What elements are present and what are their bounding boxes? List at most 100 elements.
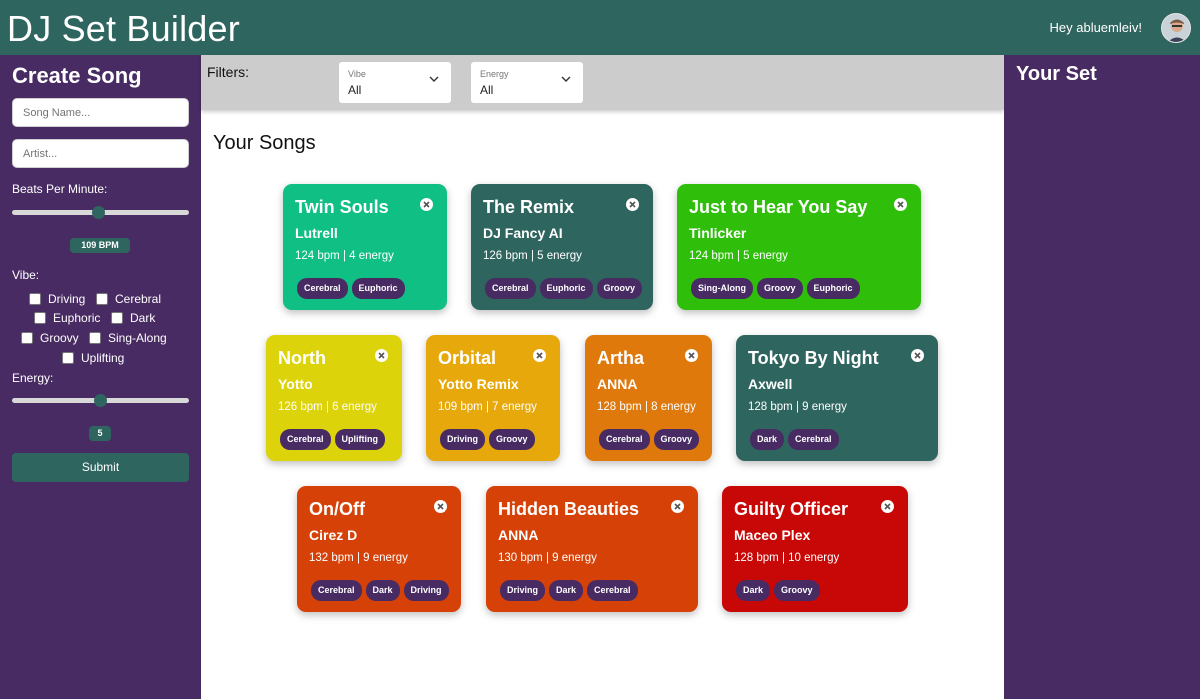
remove-song-button[interactable] xyxy=(894,198,907,211)
remove-song-button[interactable] xyxy=(375,349,388,362)
remove-song-button[interactable] xyxy=(626,198,639,211)
song-tags: Driving Dark Cerebral xyxy=(500,580,638,601)
song-meta: 130 bpm | 9 energy xyxy=(498,552,597,564)
song-meta: 132 bpm | 9 energy xyxy=(309,552,408,564)
energy-label: Energy: xyxy=(12,371,54,385)
remove-song-button[interactable] xyxy=(420,198,433,211)
energy-filter-select[interactable]: Energy All xyxy=(471,62,583,103)
song-meta: 124 bpm | 5 energy xyxy=(689,250,788,262)
artist-input[interactable] xyxy=(12,139,189,168)
vibe-tag: Groovy xyxy=(653,429,700,450)
vibe-checkbox-uplifting[interactable]: Uplifting xyxy=(62,351,124,365)
energy-filter-value: All xyxy=(480,83,494,97)
checkbox[interactable] xyxy=(29,293,41,305)
song-tags: Cerebral Euphoric Groovy xyxy=(485,278,643,299)
vibe-tag: Dark xyxy=(736,580,771,601)
checkbox[interactable] xyxy=(96,293,108,305)
avatar-image xyxy=(1162,14,1190,42)
song-meta: 128 bpm | 9 energy xyxy=(748,401,847,413)
vibe-tag: Driving xyxy=(403,580,449,601)
song-tags: Cerebral Groovy xyxy=(599,429,700,450)
checkbox[interactable] xyxy=(62,352,74,364)
song-card[interactable]: On/Off Cirez D 132 bpm | 9 energy Cerebr… xyxy=(297,486,461,612)
vibe-tag: Dark xyxy=(365,580,400,601)
song-meta: 124 bpm | 4 energy xyxy=(295,250,394,262)
song-title: Twin Souls xyxy=(295,197,389,217)
song-tags: Driving Groovy xyxy=(440,429,535,450)
vibe-checkbox-dark[interactable]: Dark xyxy=(111,311,155,325)
close-icon xyxy=(378,352,385,359)
song-artist: Yotto xyxy=(278,376,313,392)
bpm-slider-thumb[interactable] xyxy=(92,206,105,219)
checkbox[interactable] xyxy=(34,312,46,324)
remove-song-button[interactable] xyxy=(911,349,924,362)
filter-bar: Filters: Vibe All Energy All xyxy=(201,55,1004,110)
chevron-down-icon xyxy=(429,76,439,82)
song-card[interactable]: North Yotto 126 bpm | 6 energy Cerebral U… xyxy=(266,335,402,461)
energy-slider[interactable] xyxy=(12,394,189,407)
song-tags: Cerebral Uplifting xyxy=(280,429,386,450)
close-icon xyxy=(437,503,444,510)
energy-slider-thumb[interactable] xyxy=(94,394,107,407)
song-artist: DJ Fancy AI xyxy=(483,225,563,241)
checkbox[interactable] xyxy=(111,312,123,324)
song-title: Orbital xyxy=(438,348,497,368)
checkbox[interactable] xyxy=(89,332,101,344)
vibe-tag: Sing-Along xyxy=(691,278,753,299)
song-title: North xyxy=(278,348,326,368)
song-card[interactable]: Orbital Yotto Remix 109 bpm | 7 energy D… xyxy=(426,335,560,461)
vibe-filter-label: Vibe xyxy=(348,69,366,79)
remove-song-button[interactable] xyxy=(881,500,894,513)
remove-song-button[interactable] xyxy=(533,349,546,362)
app-title: DJ Set Builder xyxy=(7,8,240,49)
vibe-label: Vibe: xyxy=(12,268,40,282)
remove-song-button[interactable] xyxy=(434,500,447,513)
song-card[interactable]: Tokyo By Night Axwell 128 bpm | 9 energy… xyxy=(736,335,938,461)
remove-song-button[interactable] xyxy=(685,349,698,362)
vibe-tag: Groovy xyxy=(757,278,803,299)
song-meta: 128 bpm | 10 energy xyxy=(734,552,840,564)
song-tags: Sing-Along Groovy Euphoric xyxy=(691,278,860,299)
vibe-checkbox-groovy[interactable]: Groovy xyxy=(21,331,79,345)
vibe-tag: Euphoric xyxy=(806,278,860,299)
song-card[interactable]: Just to Hear You Say Tinlicker 124 bpm |… xyxy=(677,184,921,310)
song-artist: Lutrell xyxy=(295,225,338,241)
vibe-tag: Cerebral xyxy=(788,429,839,450)
song-name-input[interactable] xyxy=(12,98,189,127)
avatar[interactable] xyxy=(1161,13,1191,43)
song-artist: Maceo Plex xyxy=(734,527,811,543)
song-card[interactable]: Artha ANNA 128 bpm | 8 energy Cerebral Gr… xyxy=(585,335,712,461)
close-icon xyxy=(914,352,921,359)
remove-song-button[interactable] xyxy=(671,500,684,513)
song-title: Tokyo By Night xyxy=(748,348,879,368)
vibe-tag: Groovy xyxy=(774,580,820,601)
song-meta: 128 bpm | 8 energy xyxy=(597,401,696,413)
bpm-value-badge: 109 BPM xyxy=(70,238,130,253)
song-card[interactable]: Guilty Officer Maceo Plex 128 bpm | 10 e… xyxy=(722,486,908,612)
user-greeting: Hey abluemleiv! xyxy=(1049,20,1143,35)
vibe-checkbox-cerebral[interactable]: Cerebral xyxy=(96,292,161,306)
vibe-checkbox-driving[interactable]: Driving xyxy=(29,292,85,306)
submit-button[interactable]: Submit xyxy=(12,453,189,482)
your-set-panel: Your Set xyxy=(1004,55,1200,699)
close-icon xyxy=(629,201,636,208)
vibe-filter-select[interactable]: Vibe All xyxy=(339,62,451,103)
song-artist: ANNA xyxy=(597,376,638,392)
close-icon xyxy=(674,503,681,510)
song-title: On/Off xyxy=(309,499,365,519)
vibe-checkbox-euphoric[interactable]: Euphoric xyxy=(34,311,100,325)
song-tags: Dark Groovy xyxy=(736,580,820,601)
checkbox[interactable] xyxy=(21,332,33,344)
bpm-slider[interactable] xyxy=(12,206,189,219)
vibe-tag: Euphoric xyxy=(539,278,593,299)
song-tags: Dark Cerebral xyxy=(750,429,839,450)
song-card[interactable]: The Remix DJ Fancy AI 126 bpm | 5 energy… xyxy=(471,184,653,310)
vibe-checkbox-sing-along[interactable]: Sing-Along xyxy=(89,331,167,345)
song-meta: 126 bpm | 5 energy xyxy=(483,250,582,262)
song-card[interactable]: Hidden Beauties ANNA 130 bpm | 9 energy … xyxy=(486,486,698,612)
vibe-tag: Groovy xyxy=(596,278,643,299)
close-icon xyxy=(897,201,904,208)
app-header: DJ Set Builder Hey abluemleiv! xyxy=(0,0,1200,55)
song-card[interactable]: Twin Souls Lutrell 124 bpm | 4 energy Ce… xyxy=(283,184,447,310)
vibe-tag: Euphoric xyxy=(351,278,405,299)
